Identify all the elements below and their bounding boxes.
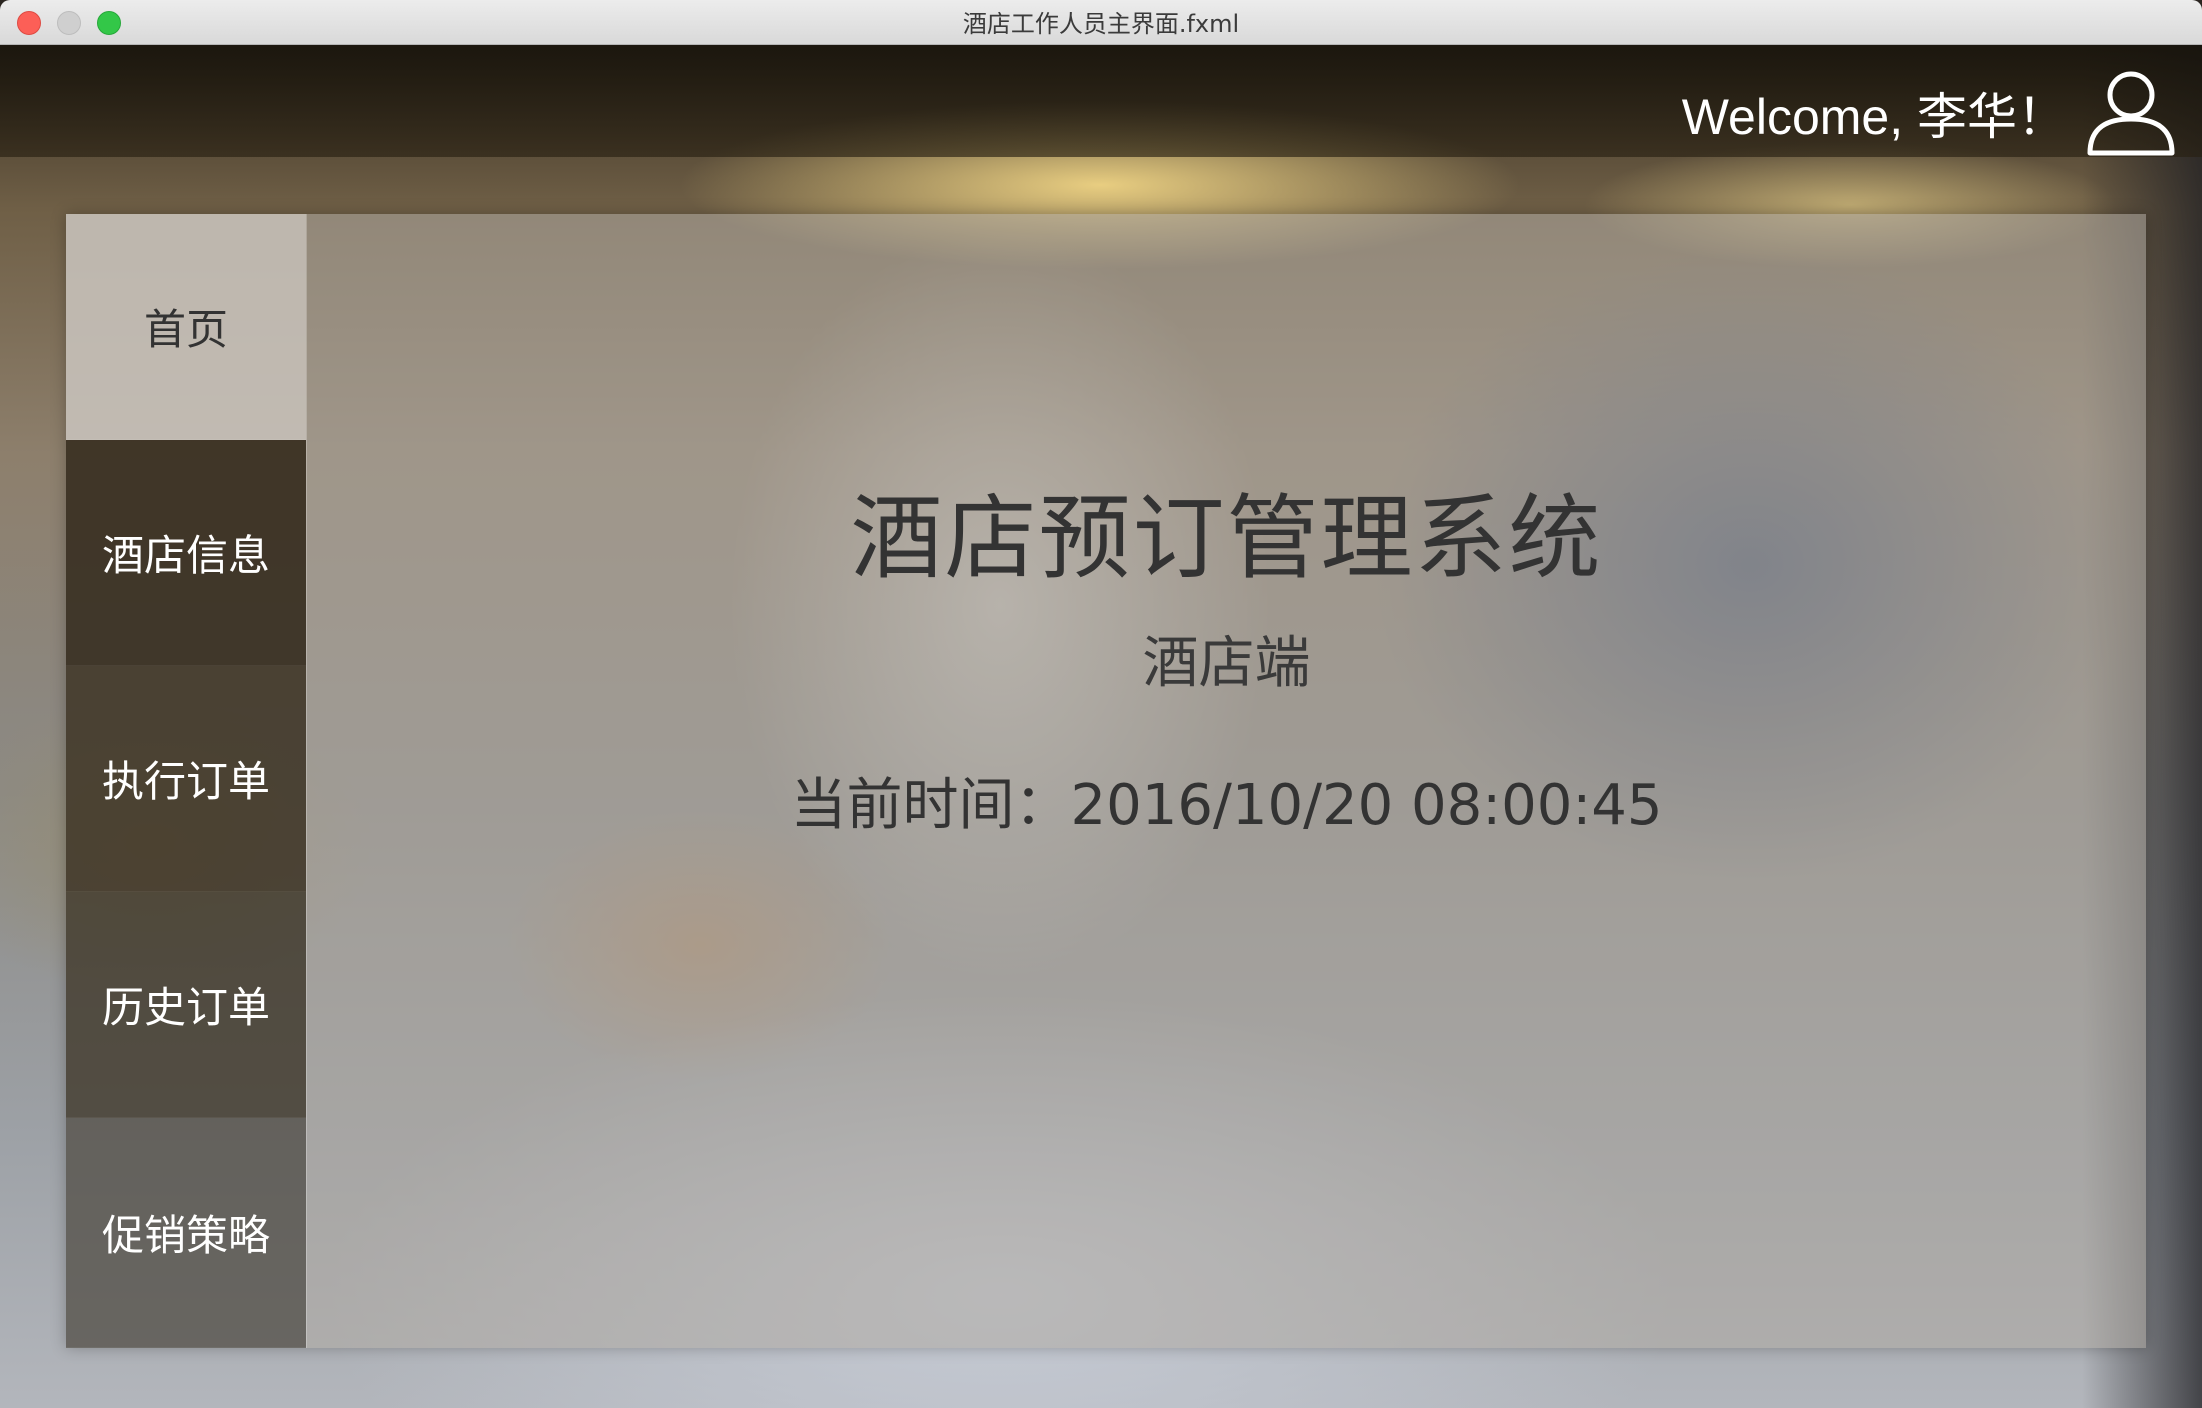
sidebar-item-label: 酒店信息 — [101, 531, 270, 580]
sidebar-item-label: 执行订单 — [101, 757, 270, 806]
sidebar-item-home[interactable]: 首页 — [66, 214, 306, 440]
current-time: 当前时间：2016/10/20 08:00:45 — [307, 760, 2146, 841]
welcome-text: Welcome, 李华！ — [1681, 89, 2067, 145]
current-time-label: 当前时间： — [790, 773, 1071, 838]
top-header: Welcome, 李华！ — [0, 45, 2202, 157]
sidebar-item-label: 首页 — [143, 305, 228, 354]
sidebar-nav: 首页 酒店信息 执行订单 历史订单 促销策略 — [66, 214, 306, 1348]
main-panel: 首页 酒店信息 执行订单 历史订单 促销策略 酒店预订管理系统 酒店端 当前时间… — [66, 214, 2146, 1348]
system-subtitle: 酒店端 — [1142, 631, 1311, 696]
sidebar-item-execute-orders[interactable]: 执行订单 — [66, 666, 306, 892]
current-time-value: 2016/10/20 08:00:45 — [1070, 773, 1663, 838]
user-icon[interactable] — [2084, 65, 2178, 159]
sidebar-item-label: 促销策略 — [101, 1211, 270, 1260]
app-window: 酒店工作人员主界面.fxml Welcome, 李华！ 首页 酒店信息 执行订单… — [0, 0, 2202, 1408]
title-bar[interactable]: 酒店工作人员主界面.fxml — [0, 0, 2202, 45]
sidebar-item-promotions[interactable]: 促销策略 — [66, 1118, 306, 1348]
window-title: 酒店工作人员主界面.fxml — [962, 10, 1240, 38]
system-title: 酒店预订管理系统 — [850, 485, 1603, 592]
sidebar-item-hotel-info[interactable]: 酒店信息 — [66, 440, 306, 666]
sidebar-item-label: 历史订单 — [101, 983, 270, 1032]
sidebar-item-order-history[interactable]: 历史订单 — [66, 892, 306, 1118]
home-content: 酒店预订管理系统 酒店端 当前时间：2016/10/20 08:00:45 — [306, 214, 2146, 1348]
